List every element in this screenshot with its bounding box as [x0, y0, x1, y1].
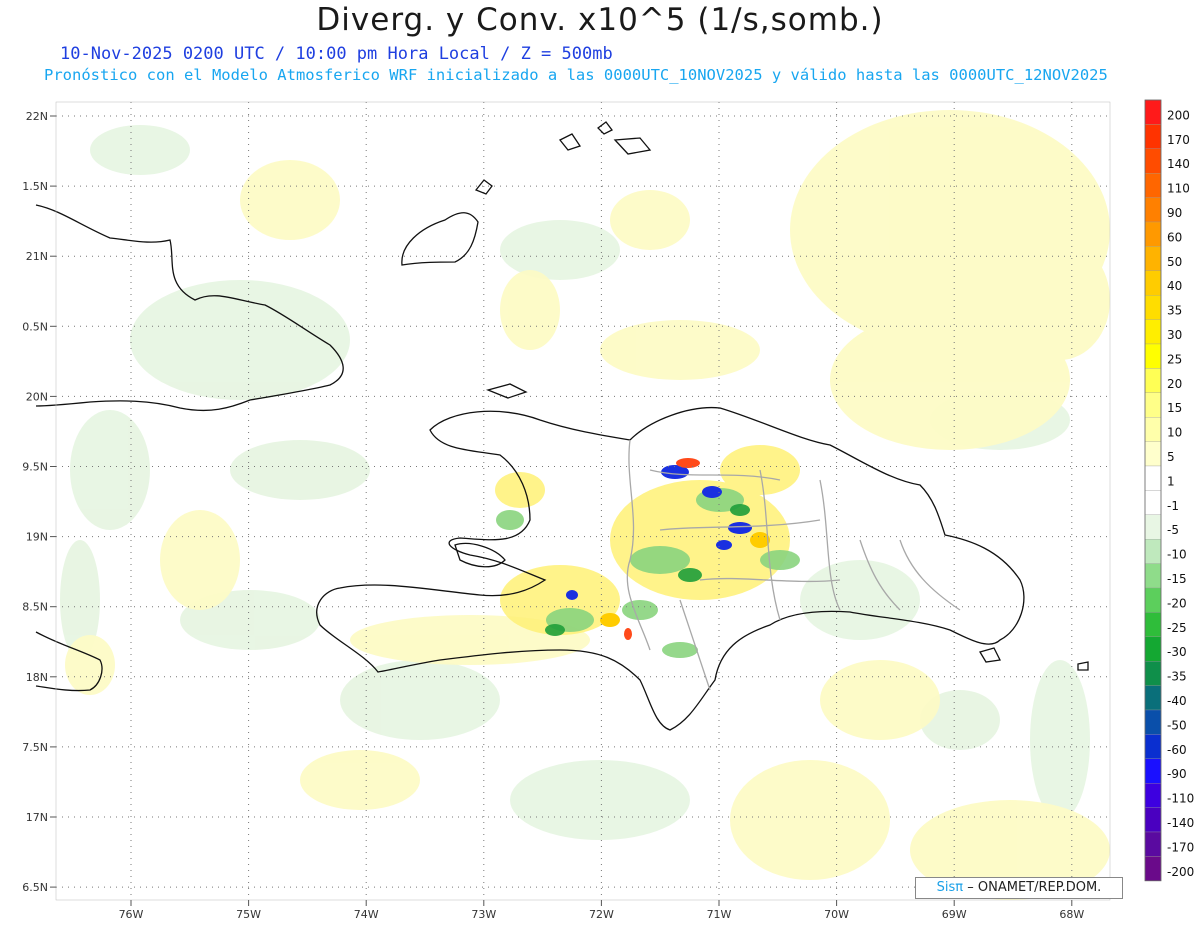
colorbar-swatch [1144, 612, 1162, 637]
colorbar-swatch [1144, 831, 1162, 857]
colorbar-swatch [1144, 148, 1162, 174]
colorbar-label: 5 [1167, 450, 1175, 464]
colorbar-label: 30 [1167, 328, 1182, 342]
colorbar-label: 20 [1167, 377, 1182, 391]
colorbar-label: 15 [1167, 401, 1182, 415]
lat-label: 8.5N [22, 601, 48, 614]
colorbar-label: -30 [1167, 645, 1187, 659]
lon-label: 75W [236, 908, 261, 921]
colorbar-label: -20 [1167, 596, 1187, 610]
lon-label: 76W [119, 908, 144, 921]
lon-label: 74W [354, 908, 379, 921]
colorbar-swatch [1144, 856, 1162, 881]
colorbar-swatch [1144, 99, 1162, 125]
colorbar-label: -200 [1167, 865, 1194, 879]
colorbar-swatch [1144, 661, 1162, 686]
colorbar-label: 1 [1167, 474, 1175, 488]
credit-org: – ONAMET/REP.DOM. [967, 880, 1102, 895]
colorbar-label: -1 [1167, 499, 1179, 513]
colorbar-swatch [1144, 441, 1162, 467]
lon-label: 73W [471, 908, 496, 921]
colorbar-label: -5 [1167, 523, 1179, 537]
colorbar-swatch [1144, 343, 1162, 369]
forecast-map: 22N 1.5N 21N 0.5N 20N 9.5N 19N 8.5N 18N 7.5N 17N 6.… [22, 99, 1194, 921]
colorbar-swatch [1144, 539, 1162, 564]
lon-label: 72W [589, 908, 614, 921]
colorbar-label: 60 [1167, 230, 1182, 244]
colorbar-swatch [1144, 295, 1162, 320]
colorbar-swatch [1144, 270, 1162, 296]
colorbar-swatch [1144, 636, 1162, 662]
colorbar-swatch [1144, 417, 1162, 442]
lat-label: 18N [26, 671, 48, 684]
colorbar-swatch [1144, 246, 1162, 271]
lat-label: 6.5N [22, 881, 48, 894]
colorbar-label: 10 [1167, 426, 1182, 440]
latitude-labels: 22N 1.5N 21N 0.5N 20N 9.5N 19N 8.5N 18N 7.5N 17N 6.… [22, 110, 56, 894]
colorbar-swatch [1144, 758, 1162, 784]
colorbar-swatch [1144, 734, 1162, 759]
colorbar-label: 25 [1167, 352, 1182, 366]
colorbar-swatch [1144, 465, 1162, 491]
colorbar-label: -110 [1167, 792, 1194, 806]
colorbar-label: -25 [1167, 621, 1187, 635]
colorbar-label: -90 [1167, 767, 1187, 781]
colorbar-swatch [1144, 587, 1162, 613]
colorbar-label: 90 [1167, 206, 1182, 220]
lat-label: 19N [26, 531, 48, 544]
lat-label: 9.5N [22, 461, 48, 474]
lat-label: 21N [26, 250, 48, 263]
colorbar-swatch [1144, 368, 1162, 393]
colorbar-label: -40 [1167, 694, 1187, 708]
lat-label: 7.5N [22, 741, 48, 754]
colorbar-label: 50 [1167, 255, 1182, 269]
colorbar-swatch [1144, 319, 1162, 345]
colorbar-swatch [1144, 709, 1162, 735]
colorbar-label: 170 [1167, 133, 1190, 147]
colorbar: 200 170 140 110 90 60 50 40 35 30 25 20 15 10 5 1 -1 -5 -1… [1144, 99, 1194, 882]
colorbar-label: 200 [1167, 108, 1190, 122]
lon-label: 69W [942, 908, 967, 921]
colorbar-swatch [1144, 563, 1162, 589]
credit-brand: Sisπ [936, 880, 964, 895]
colorbar-swatch [1144, 221, 1162, 247]
colorbar-swatch [1144, 783, 1162, 808]
colorbar-swatch [1144, 173, 1162, 198]
lat-label: 20N [26, 390, 48, 403]
colorbar-label: -170 [1167, 840, 1194, 854]
colorbar-label: -35 [1167, 670, 1187, 684]
colorbar-swatch [1144, 490, 1162, 515]
lat-label: 0.5N [22, 320, 48, 333]
colorbar-label: 35 [1167, 304, 1182, 318]
colorbar-label: 110 [1167, 182, 1190, 196]
colorbar-swatch [1144, 392, 1162, 418]
colorbar-label: -140 [1167, 816, 1194, 830]
colorbar-swatch [1144, 197, 1162, 223]
lat-label: 1.5N [22, 180, 48, 193]
colorbar-label: -50 [1167, 718, 1187, 732]
colorbar-label: -10 [1167, 548, 1187, 562]
colorbar-label: -60 [1167, 743, 1187, 757]
plot-area [35, 101, 1111, 901]
colorbar-swatch [1144, 685, 1162, 711]
lat-label: 22N [26, 110, 48, 123]
colorbar-swatch [1144, 124, 1162, 149]
colorbar-swatch [1144, 514, 1162, 540]
lon-label: 70W [824, 908, 849, 921]
valid-time-subtitle: 10-Nov-2025 0200 UTC / 10:00 pm Hora Loc… [60, 44, 613, 64]
colorbar-swatch [1144, 807, 1162, 833]
colorbar-label: -15 [1167, 572, 1187, 586]
colorbar-label: 40 [1167, 279, 1182, 293]
longitude-labels: 76W 75W 74W 73W 72W 71W 70W 69W 68W [119, 900, 1084, 921]
lon-label: 68W [1059, 908, 1084, 921]
credit-box: Sisπ – ONAMET/REP.DOM. [915, 877, 1123, 899]
chart-title: Diverg. y Conv. x10^5 (1/s,somb.) [316, 2, 884, 38]
model-description: Pronóstico con el Modelo Atmosferico WRF… [44, 66, 1108, 84]
colorbar-label: 140 [1167, 157, 1190, 171]
lat-label: 17N [26, 811, 48, 824]
lon-label: 71W [707, 908, 732, 921]
